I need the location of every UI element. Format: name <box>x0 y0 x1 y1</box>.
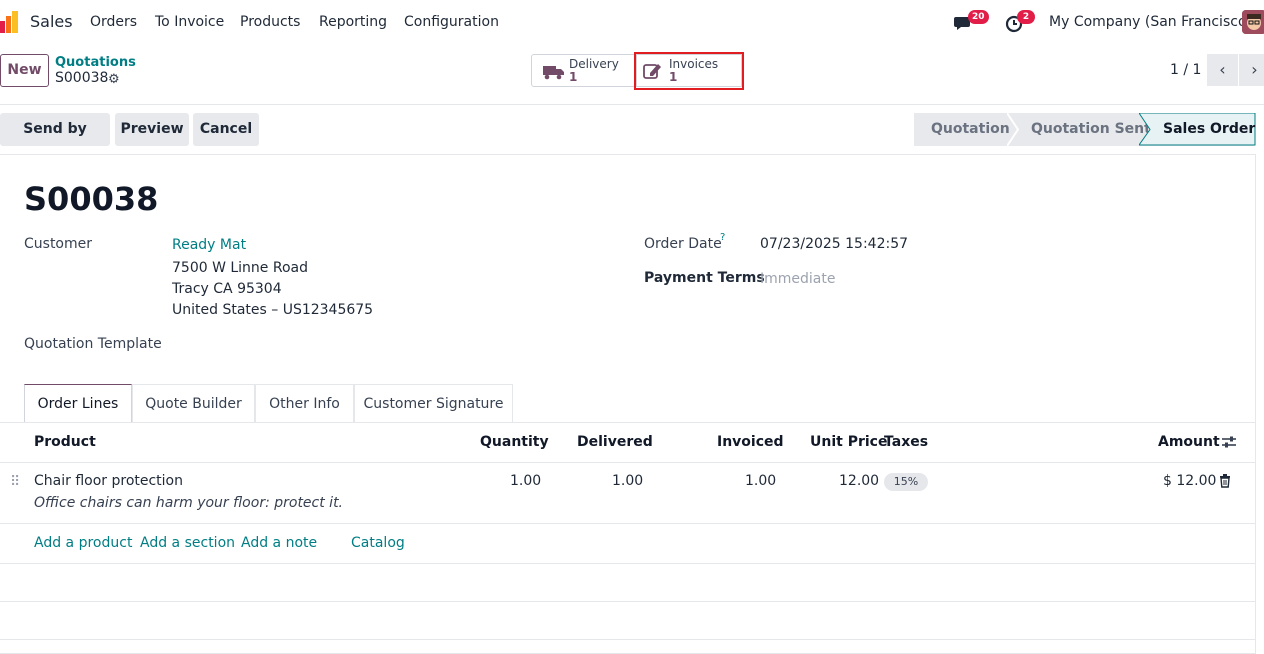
col-quantity[interactable]: Quantity <box>480 434 549 450</box>
pager-next-button[interactable]: › <box>1239 54 1264 86</box>
col-product[interactable]: Product <box>34 434 96 450</box>
customer-link[interactable]: Ready Mat <box>172 237 246 253</box>
activities-badge: 2 <box>1017 10 1035 24</box>
drag-handle-icon[interactable]: ⠿ <box>10 474 20 490</box>
row-invoiced: 1.00 <box>745 473 777 489</box>
col-unit-price[interactable]: Unit Price <box>810 434 887 450</box>
add-note-link[interactable]: Add a note <box>241 535 317 551</box>
empty-row-divider-1 <box>0 563 1256 564</box>
status-quotation[interactable]: Quotation <box>931 113 1010 146</box>
column-settings-icon[interactable] <box>1221 434 1237 450</box>
row-divider <box>0 523 1256 524</box>
empty-row-divider-2 <box>0 601 1256 602</box>
row-unit-price[interactable]: 12.00 <box>839 473 879 489</box>
payment-terms-value[interactable]: Immediate <box>760 271 835 287</box>
order-date-help-icon[interactable]: ? <box>720 232 725 243</box>
customer-label: Customer <box>24 236 93 252</box>
header-divider <box>0 462 1256 463</box>
row-quantity[interactable]: 1.00 <box>510 473 541 489</box>
address-line-1: 7500 W Linne Road <box>172 260 309 276</box>
breadcrumb-quotations[interactable]: Quotations <box>55 55 136 70</box>
invoices-highlight-box <box>634 52 744 90</box>
pager-value[interactable]: 1 / 1 <box>1170 62 1201 78</box>
row-product-description: Office chairs can harm your floor: prote… <box>34 495 344 511</box>
row-amount: $ 12.00 <box>1163 473 1217 489</box>
row-product-name[interactable]: Chair floor protection <box>34 473 183 489</box>
col-amount[interactable]: Amount <box>1158 434 1220 450</box>
row-tax-badge[interactable]: 15% <box>884 473 928 491</box>
tab-quote-builder[interactable]: Quote Builder <box>132 384 255 423</box>
menu-to-invoice[interactable]: To Invoice <box>155 14 224 30</box>
tab-customer-signature[interactable]: Customer Signature <box>354 384 513 423</box>
order-date-label: Order Date <box>644 236 722 252</box>
menu-configuration[interactable]: Configuration <box>404 14 499 30</box>
catalog-link[interactable]: Catalog <box>351 535 405 551</box>
cancel-button[interactable]: Cancel <box>193 113 259 146</box>
top-navbar: Sales Orders To Invoice Products Reporti… <box>0 0 1264 46</box>
row-delivered[interactable]: 1.00 <box>612 473 643 489</box>
address-line-3: United States – US12345675 <box>172 302 374 318</box>
status-quotation-sent[interactable]: Quotation Sent <box>1031 113 1151 146</box>
truck-icon <box>543 66 564 80</box>
pager-previous-button[interactable]: ‹ <box>1207 54 1238 86</box>
order-date-value[interactable]: 07/23/2025 15:42:57 <box>760 236 908 252</box>
tab-other-info[interactable]: Other Info <box>255 384 354 423</box>
send-by-email-button[interactable]: Send by Email <box>0 113 110 170</box>
add-product-link[interactable]: Add a product <box>34 535 132 551</box>
menu-orders[interactable]: Orders <box>90 14 137 30</box>
user-avatar[interactable] <box>1242 10 1264 34</box>
payment-terms-label: Payment Terms <box>644 270 765 286</box>
add-section-link[interactable]: Add a section <box>140 535 235 551</box>
col-delivered[interactable]: Delivered <box>577 434 653 450</box>
order-title: S00038 <box>24 180 159 218</box>
menu-products[interactable]: Products <box>240 14 300 30</box>
preview-button[interactable]: Preview <box>115 113 189 146</box>
col-invoiced[interactable]: Invoiced <box>717 434 784 450</box>
status-sales-order[interactable]: Sales Order <box>1163 113 1255 146</box>
address-line-2: Tracy CA 95304 <box>172 281 282 297</box>
gear-icon[interactable]: ⚙ <box>108 72 120 87</box>
empty-row-divider-3 <box>0 639 1256 640</box>
col-taxes[interactable]: Taxes <box>884 434 928 450</box>
status-separator <box>1007 113 1019 146</box>
breadcrumb-current: S00038 <box>55 70 109 86</box>
menu-reporting[interactable]: Reporting <box>319 14 387 30</box>
delivery-smart-button[interactable]: Delivery 1 <box>531 54 635 87</box>
quotation-template-label: Quotation Template <box>24 336 162 352</box>
tabs-underline <box>0 422 1256 423</box>
delivery-count: 1 <box>569 70 578 84</box>
trash-icon[interactable] <box>1219 474 1231 488</box>
messages-badge: 20 <box>968 10 989 24</box>
tab-order-lines[interactable]: Order Lines <box>24 384 132 423</box>
app-name[interactable]: Sales <box>30 12 73 31</box>
chevron-right-icon: › <box>1251 60 1258 79</box>
company-switcher[interactable]: My Company (San Francisco) <box>1049 14 1252 30</box>
chevron-left-icon: ‹ <box>1219 60 1226 79</box>
avatar-face-icon <box>1242 10 1264 34</box>
new-button[interactable]: New <box>0 54 49 87</box>
sales-app-icon[interactable] <box>0 11 20 33</box>
control-panel-divider <box>0 104 1264 105</box>
